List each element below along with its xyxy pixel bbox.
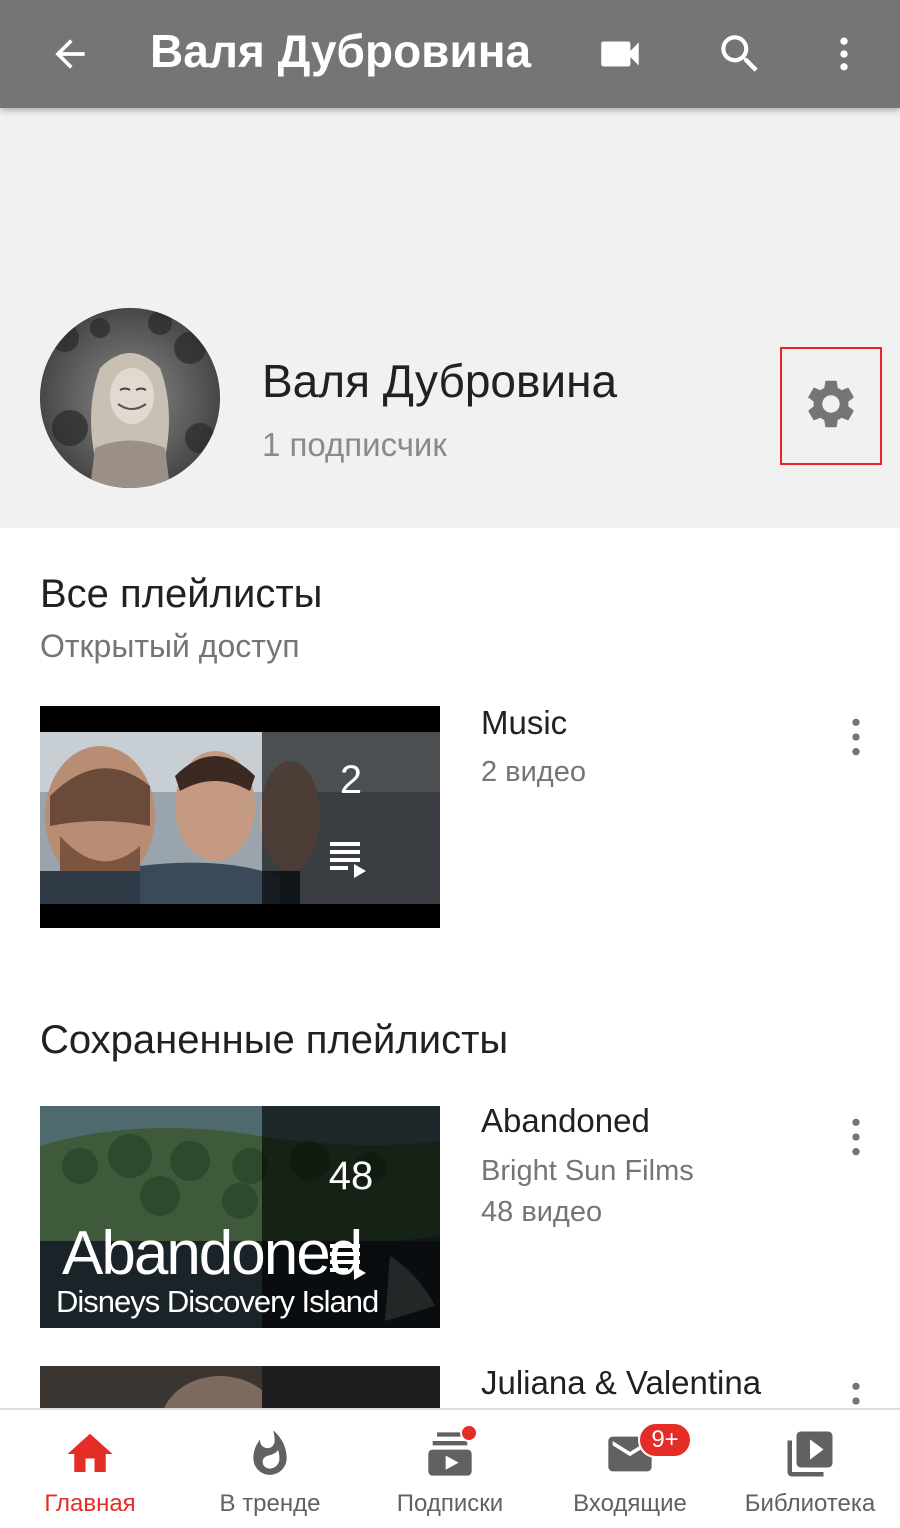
avatar[interactable] <box>40 308 220 488</box>
search-icon[interactable] <box>708 22 772 86</box>
playlist-video-count: 2 <box>339 758 363 802</box>
playlist-thumbnail-music[interactable]: 2 <box>40 706 440 928</box>
nav-item-trending[interactable]: В тренде <box>180 1410 360 1528</box>
channel-settings-button[interactable] <box>780 347 882 465</box>
home-icon <box>60 1424 120 1484</box>
subscriber-count: 1 подписчик <box>262 426 447 463</box>
more-vert-icon[interactable] <box>812 22 876 86</box>
playlist-video-count: 48 <box>328 1154 374 1198</box>
playlist-meta: 48 видео <box>481 1196 603 1228</box>
nav-label: В тренде <box>219 1490 321 1517</box>
more-vert-icon[interactable] <box>838 712 874 762</box>
more-vert-icon[interactable] <box>838 1112 874 1162</box>
library-icon <box>780 1424 840 1484</box>
nav-label: Главная <box>44 1490 136 1517</box>
section-title-all-playlists: Все плейлисты <box>40 572 323 616</box>
nav-item-subscriptions[interactable]: Подписки <box>360 1410 540 1528</box>
section-title-saved-playlists: Сохраненные плейлисты <box>40 1018 509 1062</box>
channel-header: Валя Дубровина 1 подписчик <box>0 108 900 528</box>
notification-dot <box>460 1424 478 1442</box>
playlist-title-abandoned[interactable]: Abandoned <box>481 1102 650 1140</box>
thumbnail-text-title: Abandoned <box>62 1219 363 1288</box>
arrow-back-icon[interactable] <box>38 22 102 86</box>
playlist-channel: Bright Sun Films <box>481 1155 694 1187</box>
nav-label: Входящие <box>573 1490 687 1517</box>
trending-flame-icon <box>240 1424 300 1484</box>
section-subtitle-public: Открытый доступ <box>40 628 300 664</box>
nav-item-home[interactable]: Главная <box>0 1410 180 1528</box>
notification-count-badge: 9+ <box>638 1422 692 1458</box>
videocam-icon[interactable] <box>588 22 652 86</box>
nav-item-library[interactable]: Библиотека <box>720 1410 900 1528</box>
playlist-play-icon <box>328 838 372 883</box>
nav-label: Библиотека <box>744 1490 876 1517</box>
playlist-overlay <box>262 706 440 928</box>
thumbnail-text-subtitle: Disneys Discovery Island <box>56 1284 379 1319</box>
playlist-title-juliana[interactable]: Juliana & Valentina <box>481 1364 761 1402</box>
nav-item-inbox[interactable]: 9+ Входящие <box>540 1410 720 1528</box>
playlist-meta: 2 видео <box>481 756 586 788</box>
bottom-navigation: Главная В тренде Подписки 9+ Входящие Би… <box>0 1408 900 1528</box>
gear-icon <box>802 375 860 438</box>
playlist-title-music[interactable]: Music <box>481 704 567 742</box>
playlist-play-icon <box>328 1240 372 1285</box>
app-bar: Валя Дубровина <box>0 0 900 108</box>
playlist-thumbnail-abandoned[interactable]: Abandoned Disneys Discovery Island 48 <box>40 1106 440 1328</box>
channel-name: Валя Дубровина <box>262 355 618 407</box>
page-title: Валя Дубровина <box>150 25 532 77</box>
nav-label: Подписки <box>396 1490 504 1517</box>
